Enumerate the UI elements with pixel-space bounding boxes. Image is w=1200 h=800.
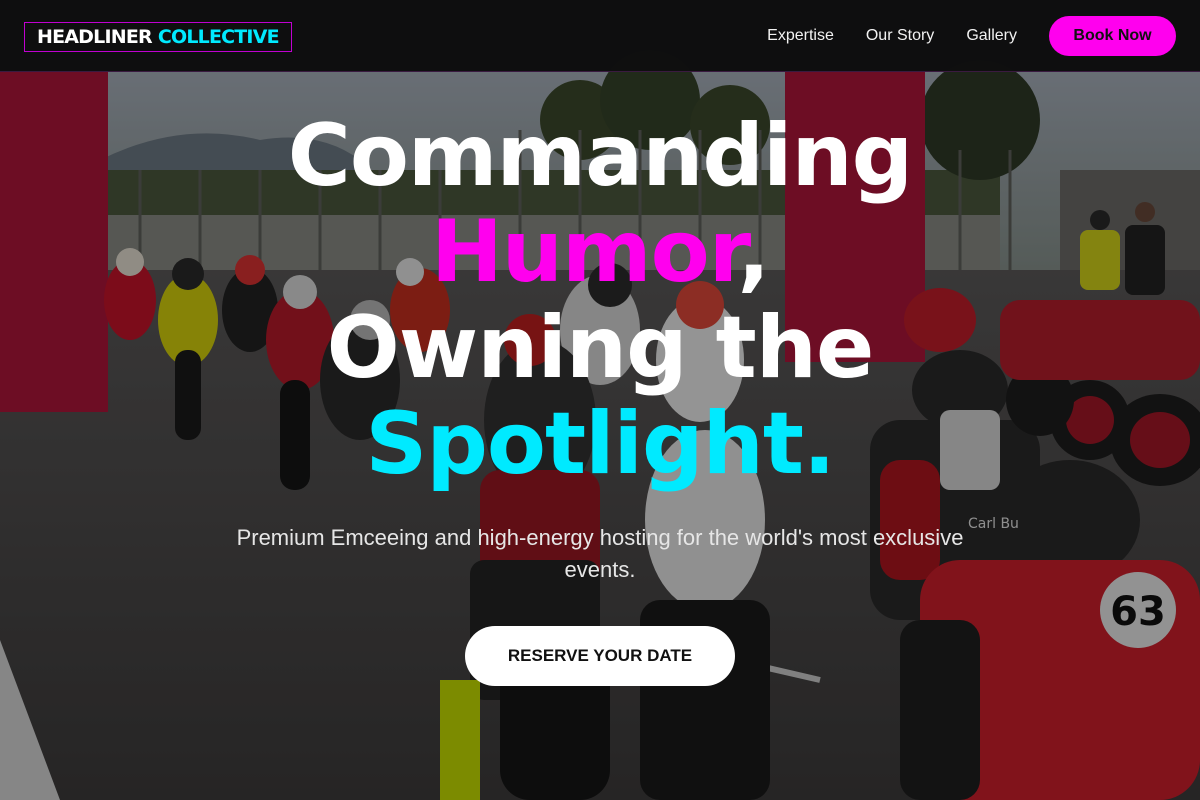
hero-headline: Commanding Humor, Owning the Spotlight. (0, 108, 1200, 492)
nav-link-expertise[interactable]: Expertise (767, 27, 834, 45)
headline-highlight-spotlight: Spotlight (365, 394, 804, 494)
logo-accent-text: COLLECTIVE (157, 26, 280, 48)
hero-subtitle: Premium Emceeing and high-energy hosting… (236, 525, 964, 582)
nav-link-gallery[interactable]: Gallery (966, 27, 1017, 45)
headline-period: . (802, 394, 836, 494)
site-logo[interactable]: HEADLINER COLLECTIVE (24, 22, 292, 52)
book-now-button[interactable]: Book Now (1049, 16, 1176, 56)
headline-line-4: Spotlight. (0, 396, 1200, 492)
headline-comma: , (737, 202, 771, 302)
nav-link-our-story[interactable]: Our Story (866, 27, 934, 45)
logo-primary-text: HEADLINER (37, 26, 153, 48)
headline-line-2: Humor, (0, 204, 1200, 300)
headline-highlight-humor: Humor (430, 202, 739, 302)
headline-line-3: Owning the (326, 298, 875, 398)
main-nav: Expertise Our Story Gallery Book Now (767, 16, 1176, 56)
headline-line-1: Commanding (287, 106, 914, 206)
reserve-date-button[interactable]: RESERVE YOUR DATE (465, 626, 735, 686)
landing-page: 63 Carl Bu HEADLINER COLLECTIVE Expertis… (0, 0, 1200, 800)
site-header: HEADLINER COLLECTIVE Expertise Our Story… (0, 0, 1200, 72)
